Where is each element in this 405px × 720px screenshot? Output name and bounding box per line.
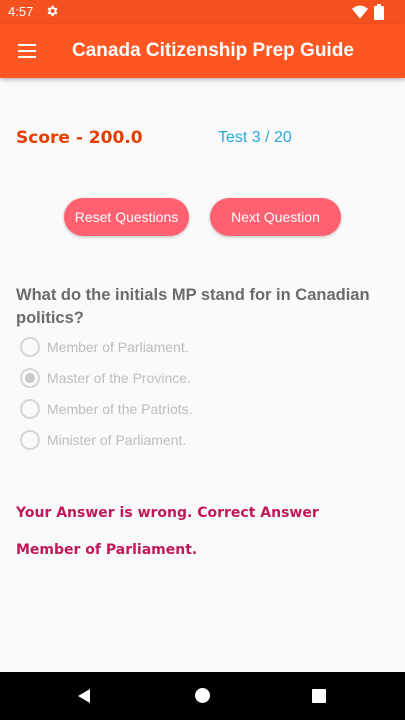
answer-option[interactable]: Member of Parliament. <box>20 335 189 359</box>
radio-button[interactable] <box>20 430 40 450</box>
radio-button[interactable] <box>20 399 40 419</box>
feedback-message: Your Answer is wrong. Correct Answer <box>16 505 319 521</box>
system-nav-bar <box>0 672 405 720</box>
app-bar: Canada Citizenship Prep Guide <box>0 24 405 78</box>
next-question-button[interactable]: Next Question <box>210 198 341 236</box>
question-text: What do the initials MP stand for in Can… <box>16 286 370 327</box>
wifi-icon <box>352 5 368 19</box>
answer-option-label: Member of the Patriots. <box>47 401 193 417</box>
status-time: 4:57 <box>8 4 34 19</box>
test-counter: Test 3 / 20 <box>218 129 292 146</box>
correct-answer-text: Member of Parliament. <box>16 542 198 558</box>
answer-option[interactable]: Master of the Province. <box>20 366 191 390</box>
score-label: Score - 200.0 <box>16 128 143 148</box>
hamburger-menu-icon[interactable] <box>16 41 38 61</box>
answer-option-label: Master of the Province. <box>47 370 191 386</box>
back-icon[interactable] <box>76 688 92 704</box>
radio-button-selected[interactable] <box>20 368 40 388</box>
answer-option[interactable]: Minister of Parliament. <box>20 428 186 452</box>
app-title: Canada Citizenship Prep Guide <box>72 40 354 61</box>
answer-option[interactable]: Member of the Patriots. <box>20 397 193 421</box>
status-bar: 4:57 <box>0 0 405 24</box>
answer-option-label: Member of Parliament. <box>47 339 189 355</box>
battery-icon <box>374 4 384 20</box>
recents-icon[interactable] <box>312 689 326 703</box>
home-icon[interactable] <box>195 688 210 703</box>
reset-questions-button[interactable]: Reset Questions <box>64 198 189 236</box>
answer-option-label: Minister of Parliament. <box>47 432 187 448</box>
radio-button[interactable] <box>20 337 40 357</box>
settings-icon <box>47 5 58 17</box>
